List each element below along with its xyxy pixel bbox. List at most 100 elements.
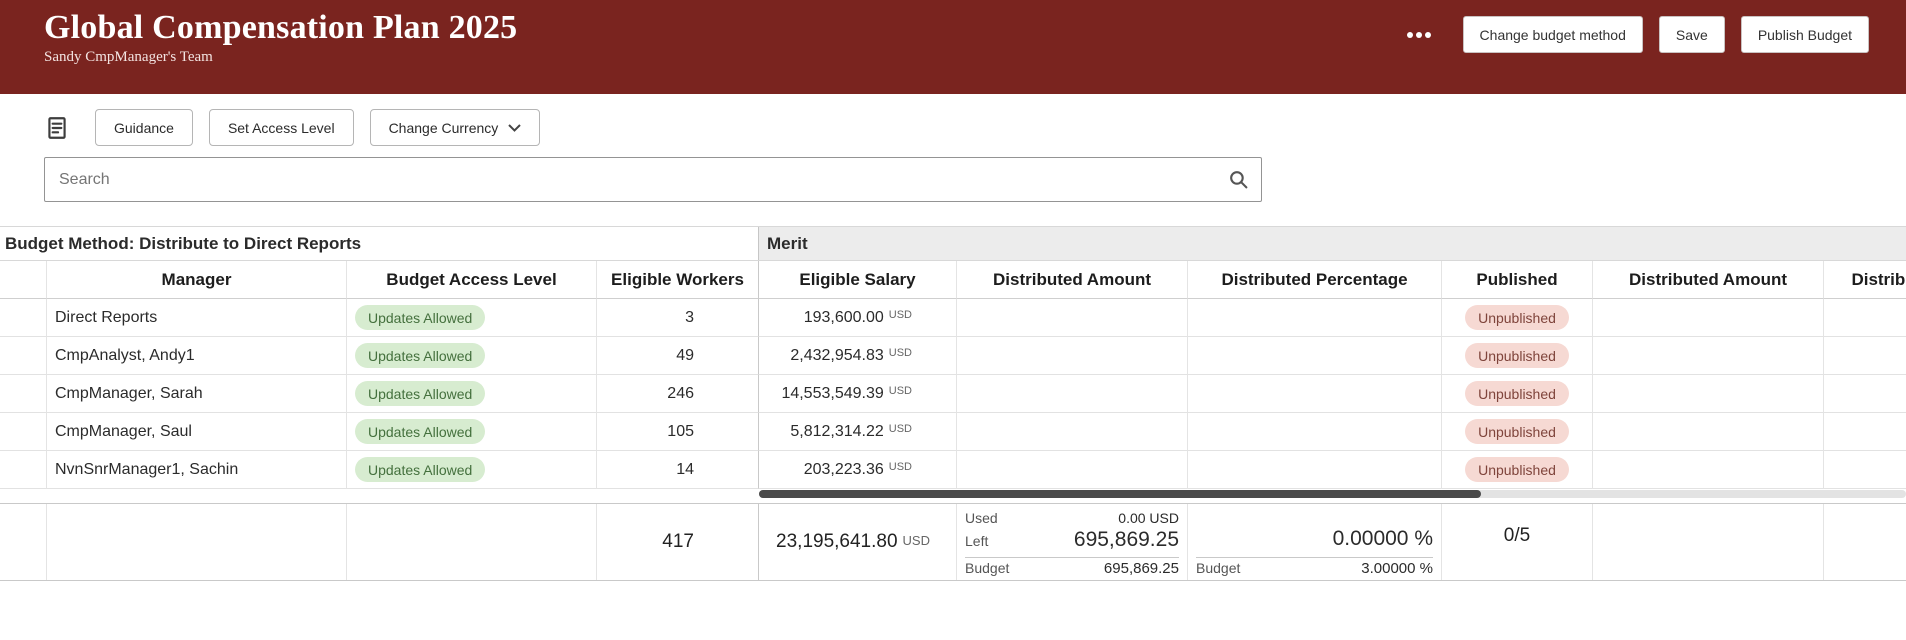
used-value: 0.00 USD <box>1118 510 1179 526</box>
currency-code: USD <box>888 308 912 321</box>
scrollbar-track[interactable] <box>759 490 1906 498</box>
distributed-percentage-2-cell <box>1824 451 1906 489</box>
left-label: Left <box>965 533 989 549</box>
distributed-amount-cell <box>957 299 1188 337</box>
column-header-published: Published <box>1442 261 1593 299</box>
summary-distributed-percentage-2 <box>1824 504 1906 580</box>
group-header-band: Budget Method: Distribute to Direct Repo… <box>0 226 1906 261</box>
distributed-percentage-2-cell <box>1824 413 1906 451</box>
report-icon[interactable] <box>44 114 70 142</box>
access-level-badge: Updates Allowed <box>355 305 486 330</box>
row-selector-cell <box>0 337 47 375</box>
currency-code: USD <box>888 460 912 473</box>
row-selector-cell <box>0 451 47 489</box>
set-access-level-button[interactable]: Set Access Level <box>208 109 354 146</box>
distributed-percentage-cell <box>1188 451 1442 489</box>
manager-cell: CmpManager, Saul <box>47 413 347 451</box>
column-header-distributed-amount: Distributed Amount <box>957 261 1188 299</box>
eligible-salary-cell: 203,223.36 USD <box>759 451 957 489</box>
eligible-salary-cell: 2,432,954.83 USD <box>759 337 957 375</box>
table-row: CmpManager, Sarah Updates Allowed 246 14… <box>0 375 1906 413</box>
published-cell: Unpublished <box>1442 337 1593 375</box>
distributed-amount-2-cell <box>1593 413 1824 451</box>
eligible-salary-cell: 193,600.00 USD <box>759 299 957 337</box>
row-selector-cell <box>0 375 47 413</box>
budget-amount-value: 695,869.25 <box>1103 560 1179 577</box>
published-cell: Unpublished <box>1442 375 1593 413</box>
change-budget-method-button[interactable]: Change budget method <box>1462 16 1643 53</box>
table-header-row: Manager Budget Access Level Eligible Wor… <box>0 261 1906 299</box>
budget-grid: Budget Method: Distribute to Direct Repo… <box>0 226 1906 581</box>
salary-value: 5,812,314.22 <box>790 422 884 440</box>
salary-value: 14,553,549.39 <box>781 384 884 402</box>
more-actions-icon[interactable] <box>1400 25 1438 45</box>
horizontal-scrollbar <box>0 489 1906 499</box>
distributed-amount-cell <box>957 375 1188 413</box>
page-subtitle: Sandy CmpManager's Team <box>44 49 213 66</box>
change-currency-button[interactable]: Change Currency <box>369 109 541 146</box>
budget-percentage-value: 3.00000 % <box>1361 560 1433 577</box>
save-button[interactable]: Save <box>1658 16 1725 53</box>
salary-value: 203,223.36 <box>803 460 884 478</box>
change-currency-label: Change Currency <box>388 119 499 136</box>
manager-cell: NvnSnrManager1, Sachin <box>47 451 347 489</box>
guidance-button[interactable]: Guidance <box>95 109 193 146</box>
published-badge: Unpublished <box>1465 419 1569 444</box>
summary-distributed-percentage: 0.00000 % Budget 3.00000 % <box>1188 504 1442 580</box>
scrollbar-thumb[interactable] <box>759 490 1481 498</box>
column-header-distributed-percentage: Distributed Percentage <box>1188 261 1442 299</box>
merit-group-label: Merit <box>759 227 1906 260</box>
search-icon[interactable] <box>1228 169 1249 195</box>
access-level-badge: Updates Allowed <box>355 343 486 368</box>
app-window: Global Compensation Plan 2025 Sandy CmpM… <box>0 0 1906 640</box>
distributed-amount-cell <box>957 413 1188 451</box>
eligible-salary-cell: 5,812,314.22 USD <box>759 413 957 451</box>
page-header: Global Compensation Plan 2025 Sandy CmpM… <box>0 0 1906 94</box>
published-badge: Unpublished <box>1465 343 1569 368</box>
table-row: NvnSnrManager1, Sachin Updates Allowed 1… <box>0 451 1906 489</box>
distributed-amount-cell <box>957 337 1188 375</box>
summary-divider <box>965 557 1179 558</box>
published-cell: Unpublished <box>1442 451 1593 489</box>
summary-distributed-amount: Used 0.00 USD Left 695,869.25 Budget 695… <box>957 504 1188 580</box>
access-level-cell: Updates Allowed <box>347 413 597 451</box>
table-row: Direct Reports Updates Allowed 3 193,600… <box>0 299 1906 337</box>
distributed-percentage-2-cell <box>1824 375 1906 413</box>
published-badge: Unpublished <box>1465 457 1569 482</box>
summary-eligible-workers: 417 <box>597 504 759 580</box>
manager-cell: CmpManager, Sarah <box>47 375 347 413</box>
search-input[interactable] <box>44 157 1262 202</box>
column-header-eligible-salary: Eligible Salary <box>759 261 957 299</box>
distributed-amount-2-cell <box>1593 337 1824 375</box>
budget-percentage-label: Budget <box>1196 560 1241 576</box>
distributed-amount-2-cell <box>1593 451 1824 489</box>
distributed-percentage-cell <box>1188 337 1442 375</box>
summary-currency-code: USD <box>902 532 930 548</box>
distributed-amount-2-cell <box>1593 375 1824 413</box>
currency-code: USD <box>888 422 912 435</box>
publish-budget-button[interactable]: Publish Budget <box>1740 16 1869 53</box>
summary-divider <box>1196 557 1433 558</box>
table-row: CmpAnalyst, Andy1 Updates Allowed 49 2,4… <box>0 337 1906 375</box>
left-value: 695,869.25 <box>1073 528 1179 551</box>
row-selector-cell <box>0 299 47 337</box>
summary-published-ratio: 0/5 <box>1442 504 1593 580</box>
budget-method-label: Budget Method: Distribute to Direct Repo… <box>0 227 759 260</box>
access-level-badge: Updates Allowed <box>355 381 486 406</box>
salary-value: 193,600.00 <box>803 308 884 326</box>
distributed-amount-2-cell <box>1593 299 1824 337</box>
toolbar: Guidance Set Access Level Change Currenc… <box>44 109 1906 146</box>
table-row: CmpManager, Saul Updates Allowed 105 5,8… <box>0 413 1906 451</box>
eligible-workers-cell: 14 <box>597 451 759 489</box>
access-level-cell: Updates Allowed <box>347 299 597 337</box>
budget-amount-label: Budget <box>965 560 1010 576</box>
published-badge: Unpublished <box>1465 381 1569 406</box>
distributed-percentage-total: 0.00000 % <box>1332 527 1433 550</box>
eligible-workers-cell: 246 <box>597 375 759 413</box>
currency-code: USD <box>888 384 912 397</box>
access-level-badge: Updates Allowed <box>355 457 486 482</box>
published-cell: Unpublished <box>1442 413 1593 451</box>
distributed-percentage-2-cell <box>1824 299 1906 337</box>
title-block: Global Compensation Plan 2025 Sandy CmpM… <box>44 0 517 94</box>
column-header-manager: Manager <box>47 261 347 299</box>
